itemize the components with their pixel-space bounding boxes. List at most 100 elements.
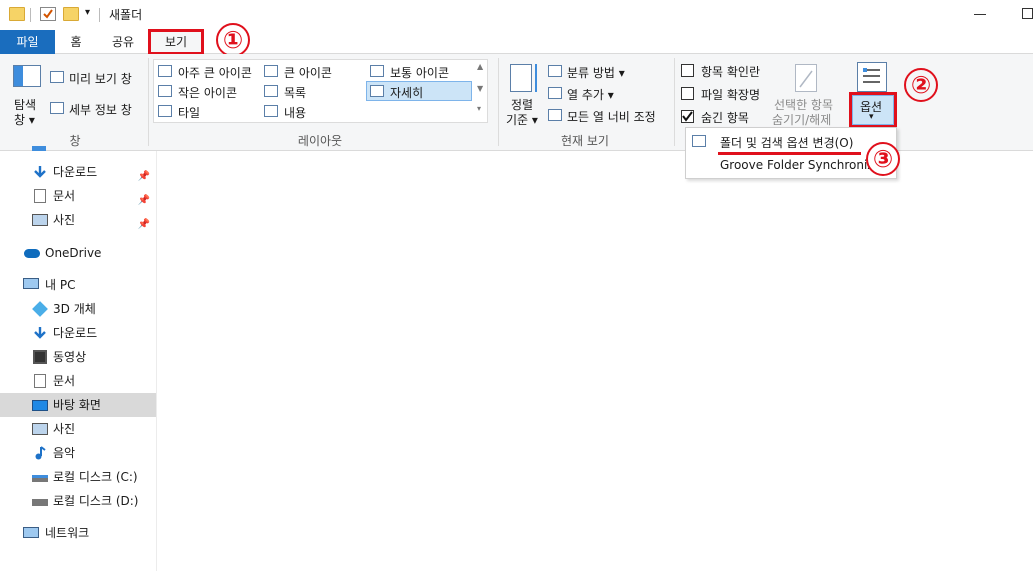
layout-details[interactable]: 자세히 (390, 84, 423, 101)
group-label-layout: 레이아웃 (297, 134, 343, 148)
nav-item-this-pc[interactable]: 내 PC (0, 273, 156, 297)
hide-selected-icon (795, 64, 817, 92)
nav-item-videos[interactable]: 동영상 (0, 345, 156, 369)
nav-item-label: 음악 (53, 446, 76, 460)
size-columns-button[interactable]: 모든 열 너비 조정 (567, 108, 656, 125)
add-columns-icon (548, 87, 562, 99)
nav-item-drive-c[interactable]: 로컬 디스크 (C:) (0, 465, 156, 489)
hidden-items-checkbox[interactable] (681, 110, 694, 123)
small-icons-icon (158, 85, 172, 97)
gallery-expand-icon[interactable]: ▾ (477, 104, 481, 113)
nav-item-label: 사진 (53, 213, 76, 227)
gallery-scroll-down-icon[interactable]: ▼ (477, 84, 483, 93)
music-icon (35, 446, 46, 460)
nav-item-quick-downloads[interactable]: 다운로드 📌 (0, 160, 156, 184)
qat-customize-icon[interactable]: ▾ (85, 7, 90, 18)
qat-separator (30, 8, 31, 22)
size-columns-icon (548, 109, 562, 121)
nav-item-label: 동영상 (53, 350, 87, 364)
tab-share[interactable]: 공유 (100, 30, 146, 54)
nav-item-label: 다운로드 (53, 326, 98, 340)
list-icon (264, 85, 278, 97)
layout-extra-large-icons[interactable]: 아주 큰 아이콘 (178, 64, 252, 81)
group-by-icon (548, 65, 562, 77)
nav-item-drive-d[interactable]: 로컬 디스크 (D:) (0, 489, 156, 513)
tab-home[interactable]: 홈 (57, 30, 95, 54)
sort-by-button-line2[interactable]: 기준 ▾ (506, 111, 538, 128)
nav-item-label: 3D 개체 (53, 302, 96, 316)
tiles-icon (158, 105, 172, 117)
maximize-button[interactable] (1022, 8, 1033, 19)
hide-selected-button-line2[interactable]: 숨기기/해제 (772, 111, 831, 128)
layout-large-icons[interactable]: 큰 아이콘 (284, 64, 332, 81)
computer-icon (23, 278, 39, 289)
pin-icon: 📌 (137, 219, 150, 230)
annotation-box-options (849, 92, 897, 128)
desktop-icon (32, 400, 48, 411)
nav-item-desktop[interactable]: 바탕 화면 (0, 393, 156, 417)
layout-list[interactable]: 목록 (284, 84, 306, 101)
new-folder-icon[interactable] (63, 7, 79, 21)
nav-item-music[interactable]: 음악 (0, 441, 156, 465)
group-by-button[interactable]: 분류 방법 ▾ (567, 64, 625, 81)
cloud-icon (24, 249, 40, 258)
group-divider (148, 58, 149, 146)
add-columns-button[interactable]: 열 추가 ▾ (567, 86, 614, 103)
details-pane-button[interactable]: 세부 정보 창 (69, 101, 132, 118)
nav-item-label: 로컬 디스크 (D:) (53, 494, 139, 508)
nav-item-quick-documents[interactable]: 문서 📌 (0, 184, 156, 208)
folder-icon (9, 7, 25, 21)
details-pane-icon (50, 102, 64, 114)
3d-objects-icon (32, 301, 48, 317)
item-checkboxes-checkbox[interactable] (681, 64, 694, 77)
large-icons-icon (264, 65, 278, 77)
options-dropdown-menu: 폴더 및 검색 옵션 변경(O) Groove Folder Synchroni… (685, 127, 897, 179)
preview-pane-icon (50, 71, 64, 83)
drive-d-icon (32, 499, 48, 506)
file-list-area[interactable] (158, 151, 1033, 571)
annotation-box-view-tab (148, 29, 204, 55)
nav-item-documents[interactable]: 문서 (0, 369, 156, 393)
title-bar: ▾ 새폴더 (0, 0, 1033, 30)
minimize-button[interactable] (974, 14, 986, 15)
nav-item-label: 내 PC (45, 278, 76, 292)
sort-by-icon (510, 64, 532, 92)
menu-item-groove[interactable]: Groove Folder Synchronization (720, 158, 890, 172)
layout-tiles[interactable]: 타일 (178, 104, 200, 121)
file-extensions-checkbox[interactable] (681, 87, 694, 100)
group-divider (498, 58, 499, 146)
nav-item-quick-pictures[interactable]: 사진 📌 (0, 208, 156, 232)
group-label-current-view: 현재 보기 (561, 134, 609, 148)
nav-item-network[interactable]: 네트워크 (0, 521, 156, 545)
layout-small-icons[interactable]: 작은 아이콘 (178, 84, 237, 101)
nav-item-label: 바탕 화면 (53, 398, 101, 412)
quick-access-item-cut (32, 146, 46, 151)
details-icon (370, 85, 384, 97)
nav-item-label: 문서 (53, 189, 76, 203)
group-divider (674, 58, 675, 146)
nav-item-pictures[interactable]: 사진 (0, 417, 156, 441)
gallery-scroll-up-icon[interactable]: ▲ (477, 62, 483, 71)
layout-content[interactable]: 내용 (284, 104, 306, 121)
annotation-marker-1: ① (216, 23, 250, 57)
nav-item-onedrive[interactable]: OneDrive (0, 241, 156, 265)
tab-file[interactable]: 파일 (0, 30, 55, 54)
video-icon (33, 350, 47, 364)
content-icon (264, 105, 278, 117)
preview-pane-button[interactable]: 미리 보기 창 (69, 70, 132, 87)
layout-medium-icons[interactable]: 보통 아이콘 (390, 64, 449, 81)
properties-icon[interactable] (40, 7, 56, 21)
window-title: 새폴더 (109, 8, 143, 22)
nav-item-3d-objects[interactable]: 3D 개체 (0, 297, 156, 321)
options-icon (857, 62, 887, 92)
item-checkboxes-label: 항목 확인란 (701, 65, 761, 79)
nav-item-label: 로컬 디스크 (C:) (53, 470, 138, 484)
download-icon (34, 166, 46, 178)
nav-pane-button-line2[interactable]: 창 ▾ (14, 111, 35, 128)
nav-item-downloads[interactable]: 다운로드 (0, 321, 156, 345)
hidden-items-label: 숨긴 항목 (701, 111, 749, 125)
ribbon-tabs: 파일 홈 공유 보기 (0, 29, 1033, 55)
network-icon (23, 527, 39, 538)
menu-item-folder-options[interactable]: 폴더 및 검색 옵션 변경(O) (720, 134, 853, 151)
document-icon (34, 374, 46, 388)
